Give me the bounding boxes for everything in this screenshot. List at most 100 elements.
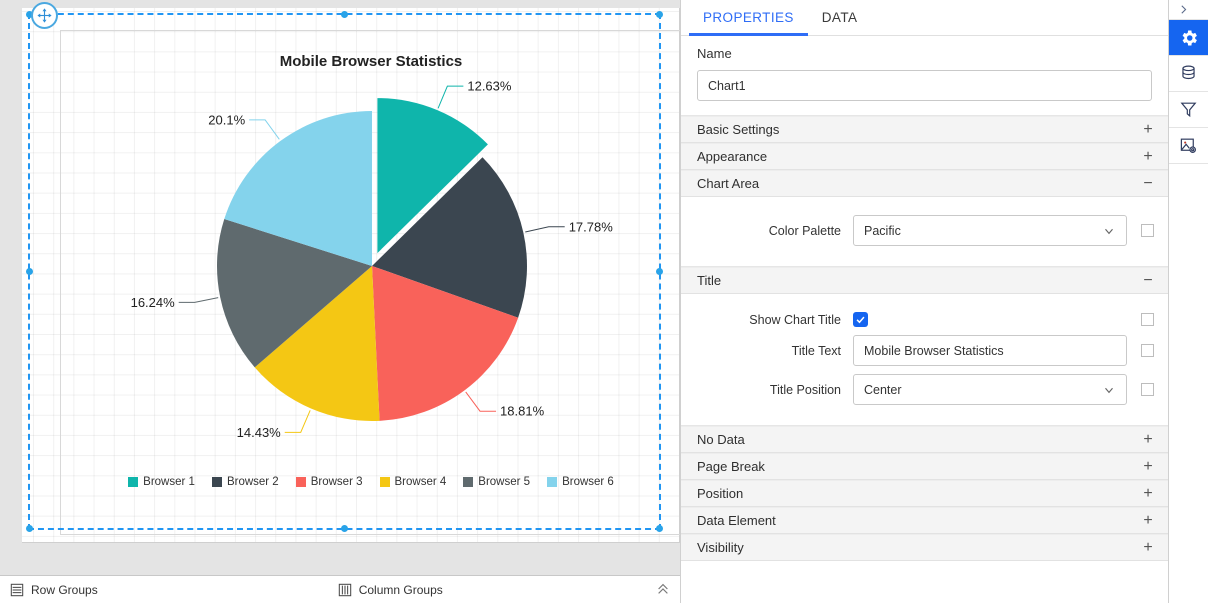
rail-data-button[interactable] <box>1169 56 1208 92</box>
pie-leader-line <box>249 119 280 140</box>
legend-swatch <box>211 477 222 487</box>
legend-label: Browser 2 <box>226 476 279 488</box>
design-canvas[interactable]: Mobile Browser Statistics 12.63% 17.78% 18… <box>0 0 680 575</box>
section-position-title: Position <box>697 486 744 501</box>
section-visibility-toggle[interactable]: + <box>1142 539 1154 556</box>
section-page-break-title: Page Break <box>697 459 765 474</box>
title-position-label: Title Position <box>769 382 841 397</box>
properties-scroll-area[interactable]: Name Basic Settings + Appearance + Chart… <box>681 36 1168 603</box>
gear-icon <box>1182 30 1197 45</box>
pie-data-label: 14.43% <box>237 425 282 440</box>
legend-item[interactable]: Browser 6 <box>547 476 614 488</box>
title-text-expression-toggle[interactable] <box>1141 344 1154 357</box>
legend-swatch <box>463 477 474 487</box>
show-chart-title-label: Show Chart Title <box>749 312 841 327</box>
section-data-element[interactable]: Data Element + <box>681 507 1168 534</box>
row-groups-icon <box>10 583 24 596</box>
section-page-break[interactable]: Page Break + <box>681 453 1168 480</box>
row-groups-button[interactable]: Row Groups <box>10 583 98 597</box>
title-text-input[interactable] <box>853 335 1127 366</box>
legend-item[interactable]: Browser 1 <box>128 476 195 488</box>
tab-data-label: DATA <box>821 10 858 25</box>
legend-item[interactable]: Browser 2 <box>211 476 279 488</box>
tab-properties-label: PROPERTIES <box>703 10 794 25</box>
legend-swatch <box>379 477 390 487</box>
name-block: Name <box>681 36 1168 116</box>
show-chart-title-expression-toggle[interactable] <box>1141 313 1154 326</box>
pie-data-label: 18.81% <box>500 404 545 419</box>
rail-expand-button[interactable] <box>1169 0 1208 20</box>
section-chart-area-body: Color Palette Pacific <box>681 197 1168 267</box>
chevron-double-up-icon[interactable] <box>656 582 670 598</box>
section-page-break-toggle[interactable]: + <box>1142 458 1154 475</box>
name-label: Name <box>697 46 732 61</box>
section-no-data[interactable]: No Data + <box>681 426 1168 453</box>
section-appearance[interactable]: Appearance + <box>681 143 1168 170</box>
designer-status-bar: Row Groups Column Groups <box>0 575 680 603</box>
pie-slices <box>217 98 527 421</box>
section-chart-area[interactable]: Chart Area − <box>681 170 1168 197</box>
title-position-select[interactable]: Center <box>853 374 1127 405</box>
legend-swatch <box>295 477 306 487</box>
show-chart-title-row: Show Chart Title <box>695 312 1154 327</box>
legend-label: Browser 3 <box>310 476 363 488</box>
chevron-right-icon <box>1181 5 1187 14</box>
section-no-data-title: No Data <box>697 432 745 447</box>
check-icon <box>856 316 865 324</box>
name-input[interactable] <box>697 70 1152 101</box>
section-visibility[interactable]: Visibility + <box>681 534 1168 561</box>
pie-leader-line <box>437 85 464 109</box>
section-position[interactable]: Position + <box>681 480 1168 507</box>
design-surface-pane: Mobile Browser Statistics 12.63% 17.78% 18… <box>0 0 680 603</box>
properties-panel: PROPERTIES DATA Name Basic Settings + Ap… <box>680 0 1168 603</box>
section-basic-settings-toggle[interactable]: + <box>1142 121 1154 138</box>
section-title-body: Show Chart Title Title Text Mobile Brows… <box>681 294 1168 426</box>
pie-leader-line <box>525 226 565 233</box>
legend-label: Browser 6 <box>562 476 614 488</box>
color-palette-row: Color Palette Pacific <box>695 215 1154 246</box>
section-visibility-title: Visibility <box>697 540 744 555</box>
section-position-toggle[interactable]: + <box>1142 485 1154 502</box>
pie-leader-line <box>178 297 219 303</box>
section-no-data-toggle[interactable]: + <box>1142 431 1154 448</box>
report-body[interactable]: Mobile Browser Statistics 12.63% 17.78% 18… <box>22 8 680 543</box>
tab-data[interactable]: DATA <box>808 0 872 35</box>
section-title-toggle[interactable]: − <box>1142 272 1154 289</box>
section-basic-settings-title: Basic Settings <box>697 122 780 137</box>
legend-item[interactable]: Browser 5 <box>463 476 530 488</box>
pie-leader-line <box>465 391 497 412</box>
column-groups-button[interactable]: Column Groups <box>338 583 443 597</box>
section-data-element-toggle[interactable]: + <box>1142 512 1154 529</box>
image-settings-icon <box>1180 138 1196 153</box>
pie-chart[interactable]: 12.63% 17.78% 18.81% 14.43% 16.24% 20.1% <box>61 69 680 469</box>
pie-leader-line <box>284 410 311 433</box>
legend-item[interactable]: Browser 3 <box>295 476 363 488</box>
section-appearance-toggle[interactable]: + <box>1142 148 1154 165</box>
color-palette-label: Color Palette <box>768 223 841 238</box>
tab-properties[interactable]: PROPERTIES <box>689 0 808 36</box>
rail-filter-button[interactable] <box>1169 92 1208 128</box>
rail-properties-button[interactable] <box>1169 20 1208 56</box>
color-palette-expression-toggle[interactable] <box>1141 224 1154 237</box>
move-arrows-icon[interactable] <box>31 2 58 29</box>
section-title[interactable]: Title − <box>681 267 1168 294</box>
chevron-down-icon <box>1105 228 1113 234</box>
chart-control[interactable]: Mobile Browser Statistics 12.63% 17.78% 18… <box>60 30 680 535</box>
column-groups-icon <box>338 583 351 596</box>
color-palette-value: Pacific <box>864 223 901 238</box>
filter-funnel-icon <box>1180 102 1197 118</box>
title-position-expression-toggle[interactable] <box>1141 383 1154 396</box>
show-chart-title-checkbox[interactable] <box>853 312 868 327</box>
color-palette-select[interactable]: Pacific <box>853 215 1127 246</box>
column-groups-label: Column Groups <box>358 582 443 597</box>
section-title-title: Title <box>697 273 722 288</box>
chart-legend[interactable]: Browser 1 Browser 2 Browser 3 Browser 4 Brow… <box>61 476 680 488</box>
rail-image-settings-button[interactable] <box>1169 128 1208 164</box>
chart-title: Mobile Browser Statistics <box>279 53 463 70</box>
section-chart-area-toggle[interactable]: − <box>1142 175 1154 192</box>
section-basic-settings[interactable]: Basic Settings + <box>681 116 1168 143</box>
legend-label: Browser 4 <box>394 476 447 488</box>
section-data-element-title: Data Element <box>697 513 776 528</box>
legend-item[interactable]: Browser 4 <box>379 476 447 488</box>
chevron-double-up-glyph <box>658 583 668 594</box>
